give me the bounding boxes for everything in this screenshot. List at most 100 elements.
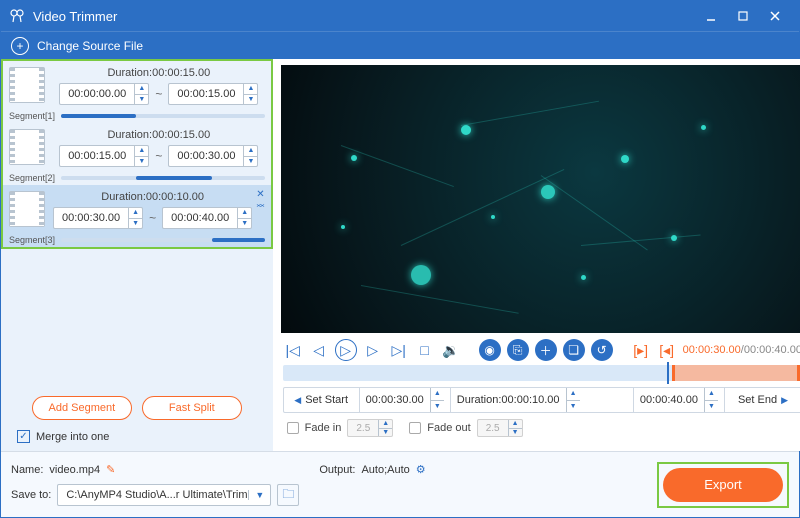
merge-checkbox[interactable]: ✓ (17, 430, 30, 443)
film-icon (9, 129, 45, 165)
stepper-up-icon[interactable]: ▲ (244, 146, 257, 157)
step-forward-icon[interactable]: ▷ (363, 340, 383, 360)
saveto-label: Save to: (11, 489, 51, 501)
set-start-button[interactable]: ◀Set Start (284, 388, 360, 412)
video-preview[interactable] (281, 65, 800, 333)
trim-start-value[interactable]: 00:00:30.00▲▼ (360, 388, 451, 412)
stepper-up-icon[interactable]: ▲ (509, 420, 522, 429)
open-folder-icon[interactable]: 🗀 (277, 484, 299, 506)
stop-icon[interactable]: □ (415, 340, 435, 360)
fade-in-checkbox[interactable] (287, 422, 299, 434)
stepper-up-icon[interactable]: ▲ (567, 388, 580, 401)
film-icon (9, 191, 45, 227)
stepper-up-icon[interactable]: ▲ (244, 84, 257, 95)
range-separator: ~ (155, 87, 162, 101)
segment-start-input[interactable]: 00:00:00.00▲▼ (59, 83, 149, 105)
segment-collapse-icon[interactable]: ︿﹀ (256, 202, 264, 212)
stepper-down-icon[interactable]: ▼ (379, 429, 392, 437)
segment-label: Segment[1] (9, 111, 61, 121)
stepper-down-icon[interactable]: ▼ (567, 401, 580, 413)
merge-label: Merge into one (36, 431, 109, 443)
split-icon[interactable]: ⎘ (507, 339, 529, 361)
stepper-down-icon[interactable]: ▼ (509, 429, 522, 437)
fade-out-checkbox[interactable] (409, 422, 421, 434)
add-segment-button[interactable]: Add Segment (32, 396, 132, 420)
stepper-up-icon[interactable]: ▲ (129, 208, 142, 219)
goto-start-icon[interactable]: |◁ (283, 340, 303, 360)
mark-out-icon[interactable]: [◂] (657, 340, 677, 360)
undo-icon[interactable]: ↺ (591, 339, 613, 361)
stepper-down-icon[interactable]: ▼ (431, 401, 444, 413)
segment-start-input[interactable]: 00:00:15.00▲▼ (59, 145, 149, 167)
app-title: Video Trimmer (33, 9, 695, 24)
export-button[interactable]: Export (663, 468, 783, 502)
change-source-bar[interactable]: + Change Source File (1, 31, 799, 59)
stepper-up-icon[interactable]: ▲ (705, 388, 718, 401)
app-logo-icon (9, 8, 25, 24)
stepper-up-icon[interactable]: ▲ (135, 146, 148, 157)
segment-range-slider[interactable] (61, 114, 265, 118)
range-separator: ~ (149, 211, 156, 225)
stepper-up-icon[interactable]: ▲ (431, 388, 444, 401)
close-button[interactable] (759, 1, 791, 31)
segment-end-input[interactable]: 00:00:40.00▲▼ (162, 207, 252, 229)
segment-end-input[interactable]: 00:00:30.00▲▼ (168, 145, 258, 167)
segment-duration-label: Duration:00:00:15.00 (53, 67, 265, 79)
stepper-down-icon[interactable]: ▼ (135, 157, 148, 167)
fade-in-value[interactable]: 2.5▲▼ (347, 419, 393, 437)
trim-end-value[interactable]: 00:00:40.00▲▼ (634, 388, 725, 412)
film-icon (9, 67, 45, 103)
segment-range-slider[interactable] (61, 176, 265, 180)
edit-name-icon[interactable]: ✎ (106, 463, 115, 476)
stepper-up-icon[interactable]: ▲ (135, 84, 148, 95)
fade-in-label: Fade in (305, 422, 342, 434)
stepper-down-icon[interactable]: ▼ (244, 157, 257, 167)
title-bar: Video Trimmer (1, 1, 799, 31)
copy-icon[interactable]: ❏ (563, 339, 585, 361)
segment-label: Segment[3] (9, 235, 61, 245)
segment-start-input[interactable]: 00:00:30.00▲▼ (53, 207, 143, 229)
segment-end-input[interactable]: 00:00:15.00▲▼ (168, 83, 258, 105)
name-label: Name: (11, 464, 43, 476)
segments-list: Duration:00:00:15.00 00:00:00.00▲▼ ~ 00:… (1, 59, 273, 249)
chevron-down-icon[interactable]: ▼ (248, 490, 270, 500)
mark-in-icon[interactable]: [▸] (631, 340, 651, 360)
snapshot-icon[interactable]: ◉ (479, 339, 501, 361)
change-source-label: Change Source File (37, 39, 143, 53)
stepper-down-icon[interactable]: ▼ (129, 219, 142, 229)
timeline-range-bar[interactable] (283, 365, 800, 381)
plus-circle-icon: + (11, 37, 29, 55)
saveto-path-dropdown[interactable]: C:\AnyMP4 Studio\A...r Ultimate\Trimmer … (57, 484, 271, 506)
stepper-down-icon[interactable]: ▼ (135, 95, 148, 105)
playback-controls: |◁ ◁ ▷ ▷ ▷| □ 🔉 ◉ ⎘ ＋ ❏ ↺ [▸] [◂] 00:00:… (273, 337, 800, 363)
trim-values-row: ◀Set Start 00:00:30.00▲▼ Duration:00:00:… (283, 387, 800, 413)
segment-item[interactable]: Duration:00:00:15.00 00:00:15.00▲▼ ~ 00:… (3, 123, 271, 185)
fade-out-value[interactable]: 2.5▲▼ (477, 419, 523, 437)
trim-duration-value[interactable]: Duration:00:00:10.00▲▼ (451, 388, 634, 412)
fast-split-button[interactable]: Fast Split (142, 396, 242, 420)
segment-range-slider[interactable] (61, 238, 265, 242)
stepper-down-icon[interactable]: ▼ (705, 401, 718, 413)
footer-bar: Name: video.mp4 ✎ Save to: C:\AnyMP4 Stu… (1, 451, 799, 517)
segment-item[interactable]: Duration:00:00:10.00 00:00:30.00▲▼ ~ 00:… (3, 185, 271, 247)
stepper-up-icon[interactable]: ▲ (238, 208, 251, 219)
set-end-button[interactable]: Set End▶ (725, 388, 800, 412)
add-icon[interactable]: ＋ (535, 339, 557, 361)
volume-icon[interactable]: 🔉 (441, 340, 461, 360)
output-value: Auto;Auto (361, 464, 409, 476)
stepper-up-icon[interactable]: ▲ (379, 420, 392, 429)
play-icon[interactable]: ▷ (335, 339, 357, 361)
stepper-down-icon[interactable]: ▼ (238, 219, 251, 229)
segment-duration-label: Duration:00:00:15.00 (53, 129, 265, 141)
step-back-icon[interactable]: ◁ (309, 340, 329, 360)
stepper-down-icon[interactable]: ▼ (244, 95, 257, 105)
goto-end-icon[interactable]: ▷| (389, 340, 409, 360)
range-separator: ~ (155, 149, 162, 163)
output-label: Output: (319, 464, 355, 476)
name-value: video.mp4 (49, 464, 100, 476)
segment-item[interactable]: Duration:00:00:15.00 00:00:00.00▲▼ ~ 00:… (3, 61, 271, 123)
maximize-button[interactable] (727, 1, 759, 31)
output-settings-icon[interactable]: ⚙ (416, 463, 426, 476)
export-highlight: Export (657, 462, 789, 508)
minimize-button[interactable] (695, 1, 727, 31)
